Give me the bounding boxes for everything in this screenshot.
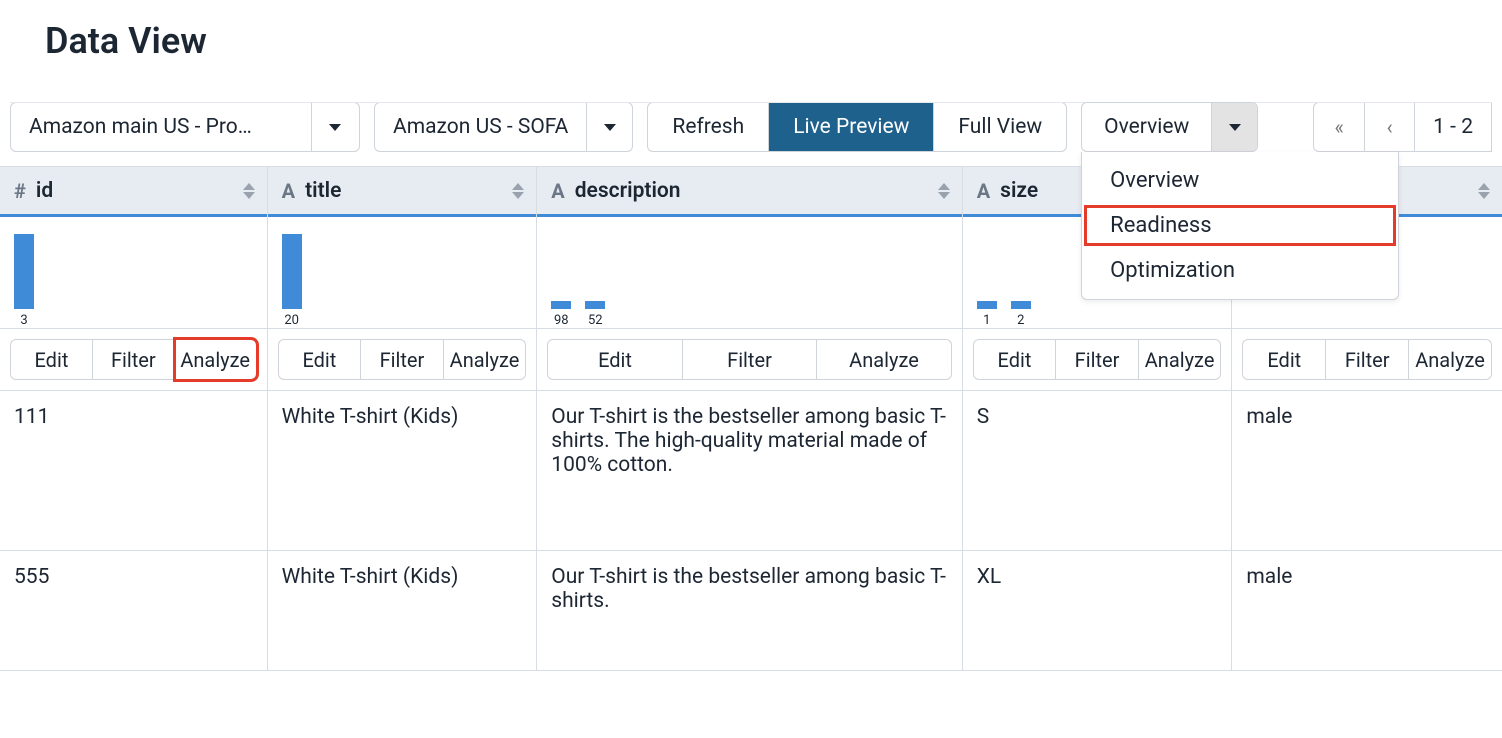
edit-button[interactable]: Edit [10, 339, 93, 380]
histo-label: 2 [1017, 313, 1024, 328]
histo-label: 20 [284, 313, 299, 328]
source-select[interactable]: Amazon main US - Pro… [10, 102, 360, 152]
filter-button[interactable]: Filter [683, 339, 817, 380]
cell-size: XL [963, 551, 1232, 671]
column-header-description[interactable]: A description [537, 167, 961, 217]
view-mode-group: Refresh Live Preview Full View [647, 102, 1067, 152]
edit-button[interactable]: Edit [973, 339, 1057, 380]
cell-gender: male [1232, 551, 1502, 671]
column-name: description [575, 179, 681, 203]
column-actions-size: Edit Filter Analyze [963, 329, 1232, 391]
toolbar: Amazon main US - Pro… Amazon US - SOFA R… [10, 102, 1492, 166]
cell-title: White T-shirt (Kids) [268, 551, 537, 671]
column-actions-title: Edit Filter Analyze [268, 329, 537, 391]
histogram-id: 3 [0, 217, 267, 329]
histo-label: 98 [554, 313, 569, 328]
overview-menu: Overview Readiness Optimization [1081, 152, 1399, 300]
column-header-title[interactable]: A title [268, 167, 537, 217]
column-header-id[interactable]: # id [0, 167, 267, 217]
full-view-button[interactable]: Full View [933, 103, 1066, 151]
analyze-button[interactable]: Analyze [1409, 339, 1492, 380]
analyze-button[interactable]: Analyze [817, 339, 951, 380]
histo-bar [551, 301, 571, 309]
cell-title: White T-shirt (Kids) [268, 391, 537, 551]
pager-range: 1 - 2 [1414, 103, 1491, 151]
histogram-description: 98 52 [537, 217, 961, 329]
column-name: title [305, 179, 341, 203]
column-id: # id 3 Edit Filter Analyze 111 555 [0, 167, 268, 671]
text-type-icon: A [551, 179, 564, 203]
cell-description: Our T-shirt is the bestseller among basi… [537, 391, 961, 551]
analyze-button[interactable]: Analyze [1139, 339, 1222, 380]
histogram-title: 20 [268, 217, 537, 329]
overview-menu-optimization[interactable]: Optimization [1082, 248, 1398, 293]
column-name: size [1000, 179, 1038, 203]
histo-bar [14, 234, 34, 309]
cell-size: S [963, 391, 1232, 551]
edit-button[interactable]: Edit [1242, 339, 1326, 380]
channel-select[interactable]: Amazon US - SOFA [374, 102, 633, 152]
edit-button[interactable]: Edit [278, 339, 362, 380]
histo-bar [977, 301, 997, 309]
column-title: A title 20 Edit Filter Analyze White T-s… [268, 167, 538, 671]
overview-menu-overview[interactable]: Overview [1082, 158, 1398, 203]
live-preview-button[interactable]: Live Preview [768, 103, 933, 151]
overview-select-label: Overview [1082, 103, 1211, 151]
text-type-icon: A [282, 179, 295, 203]
text-type-icon: A [977, 179, 990, 203]
source-select-label: Amazon main US - Pro… [11, 103, 311, 151]
filter-button[interactable]: Filter [361, 339, 444, 380]
histo-bar [1011, 301, 1031, 309]
column-name: id [36, 179, 53, 203]
filter-button[interactable]: Filter [1326, 339, 1409, 380]
pager: « ‹ 1 - 2 [1313, 102, 1492, 152]
column-description: A description 98 52 Edit Filter Analyze … [537, 167, 962, 671]
page-title: Data View [45, 20, 1457, 62]
pager-first-button[interactable]: « [1314, 103, 1364, 151]
caret-down-icon [604, 124, 616, 131]
refresh-button[interactable]: Refresh [648, 103, 768, 151]
analyze-button[interactable]: Analyze [175, 339, 257, 380]
hash-icon: # [14, 179, 26, 203]
toolbar-separator [10, 102, 1492, 103]
histo-bar [282, 234, 302, 309]
sort-icon[interactable] [938, 183, 950, 199]
filter-button[interactable]: Filter [93, 339, 175, 380]
column-actions-id: Edit Filter Analyze [0, 329, 267, 391]
histo-label: 1 [983, 313, 990, 328]
histo-label: 52 [588, 313, 603, 328]
filter-button[interactable]: Filter [1056, 339, 1139, 380]
histo-bar [585, 301, 605, 309]
cell-id: 555 [0, 551, 267, 671]
cell-description: Our T-shirt is the bestseller among basi… [537, 551, 961, 671]
channel-select-label: Amazon US - SOFA [375, 103, 586, 151]
sort-icon[interactable] [1478, 183, 1490, 199]
sort-icon[interactable] [243, 183, 255, 199]
source-select-caret[interactable] [311, 103, 357, 151]
overview-select-caret[interactable] [1211, 103, 1257, 151]
caret-down-icon [1229, 124, 1241, 131]
column-actions-gender: Edit Filter Analyze [1232, 329, 1502, 391]
overview-select[interactable]: Overview [1081, 102, 1258, 152]
analyze-button[interactable]: Analyze [444, 339, 527, 380]
column-actions-description: Edit Filter Analyze [537, 329, 961, 391]
cell-id: 111 [0, 391, 267, 551]
histo-label: 3 [20, 313, 27, 328]
pager-prev-button[interactable]: ‹ [1364, 103, 1414, 151]
channel-select-caret[interactable] [586, 103, 632, 151]
edit-button[interactable]: Edit [547, 339, 682, 380]
overview-menu-readiness[interactable]: Readiness [1082, 203, 1398, 248]
cell-gender: male [1232, 391, 1502, 551]
caret-down-icon [329, 124, 341, 131]
sort-icon[interactable] [512, 183, 524, 199]
